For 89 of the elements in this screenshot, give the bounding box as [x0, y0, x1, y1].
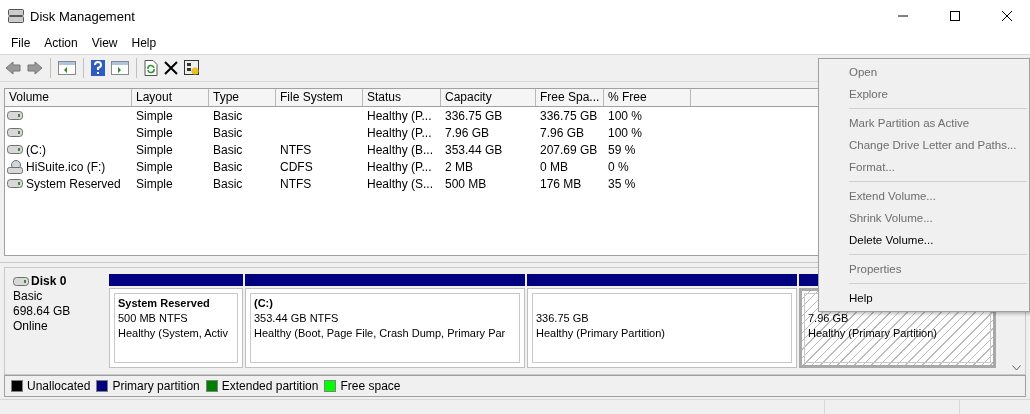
table-cell: 0 % [608, 159, 629, 174]
help-button[interactable] [90, 59, 106, 77]
drive-icon [7, 145, 23, 154]
table-cell: 2 MB [445, 159, 473, 174]
legend-label: Extended partition [221, 379, 319, 393]
disk-name: Disk 0 [31, 274, 67, 289]
table-cell: 353.44 GB [445, 142, 503, 157]
column-header[interactable]: Capacity [441, 89, 536, 106]
menu-item[interactable]: Delete Volume... [819, 229, 1029, 251]
table-cell: 336.75 GB [540, 108, 598, 123]
table-cell: 176 MB [540, 176, 582, 191]
table-cell: Healthy (B... [367, 142, 434, 157]
table-cell: (C:) [26, 142, 46, 157]
column-header[interactable]: Free Spa... [536, 89, 604, 106]
partition-size: 353.44 GB NTFS [254, 311, 339, 326]
menu-item[interactable]: Help [124, 36, 164, 50]
column-header[interactable]: % Free [604, 89, 691, 106]
column-header[interactable]: File System [276, 89, 363, 106]
table-cell: 100 % [608, 125, 643, 140]
table-cell: Basic [213, 125, 243, 140]
table-cell: Healthy (P... [367, 159, 432, 174]
table-cell: Basic [213, 142, 243, 157]
table-cell: 207.69 GB [540, 142, 598, 157]
table-cell: 7.96 GB [445, 125, 490, 140]
partition-name: (C:) [254, 296, 273, 311]
scroll-down-icon[interactable] [1012, 365, 1021, 371]
table-cell: 59 % [608, 142, 636, 157]
partition-size: 336.75 GB [536, 311, 589, 326]
disk-size: 698.64 GB [13, 304, 72, 319]
table-cell: 100 % [608, 108, 643, 123]
maximize-icon [950, 11, 960, 21]
disk-app-icon [8, 9, 24, 23]
partition-size: 7.96 GB [808, 311, 849, 326]
partition-status: Healthy (Primary Partition) [536, 326, 665, 341]
disk-type: Basic [13, 289, 44, 304]
table-cell: Simple [136, 142, 173, 157]
table-cell: 0 MB [540, 159, 568, 174]
table-cell: 336.75 GB [445, 108, 503, 123]
table-cell: Basic [213, 176, 243, 191]
column-header[interactable]: Status [363, 89, 441, 106]
drive-icon [7, 111, 23, 120]
back-button[interactable] [4, 60, 22, 76]
table-cell: Basic [213, 159, 243, 174]
table-cell: Basic [213, 108, 243, 123]
partition-status: Healthy (Primary Partition) [808, 326, 937, 341]
menu-item[interactable]: View [84, 36, 125, 50]
action-pane-button[interactable] [110, 60, 130, 76]
delete-button[interactable] [163, 60, 179, 76]
drive-icon [7, 128, 23, 137]
table-cell: 7.96 GB [540, 125, 585, 140]
legend-label: Unallocated [27, 379, 91, 393]
table-cell: System Reserved [26, 176, 121, 191]
partition-block[interactable]: System Reserved 500 MB NTFS Healthy (System, Activ [109, 288, 243, 368]
menu-item[interactable]: File [4, 36, 38, 50]
close-icon [1002, 11, 1012, 21]
table-cell: Simple [136, 125, 173, 140]
partition-name: System Reserved [118, 296, 210, 311]
partition-status: Healthy (System, Activ [118, 326, 229, 341]
disk-state: Online [13, 319, 49, 334]
table-cell: 500 MB [445, 176, 487, 191]
column-header[interactable]: Layout [132, 89, 209, 106]
table-cell: HiSuite.ico (F:) [26, 159, 106, 174]
partition-block[interactable]: 336.75 GB Healthy (Primary Partition) [527, 288, 797, 368]
partition-status: Healthy (Boot, Page File, Crash Dump, Primary Par [254, 326, 506, 341]
legend-label: Primary partition [112, 379, 200, 393]
table-cell: NTFS [280, 176, 312, 191]
drive-icon [13, 277, 29, 286]
column-header[interactable]: Volume [5, 89, 132, 106]
partition-block[interactable]: (C:) 353.44 GB NTFS Healthy (Boot, Page File, Crash Dump, Primary Par [245, 288, 525, 368]
column-header[interactable]: Type [209, 89, 276, 106]
table-cell: Healthy (P... [367, 108, 432, 123]
cd-drive-icon [7, 159, 23, 174]
table-cell: NTFS [280, 142, 312, 157]
table-cell: Simple [136, 159, 173, 174]
table-cell: CDFS [280, 159, 313, 174]
forward-button[interactable] [26, 60, 44, 76]
partition-size: 500 MB NTFS [118, 311, 188, 326]
menu-item[interactable]: Action [37, 36, 85, 50]
refresh-button[interactable] [143, 59, 159, 77]
legend-label: Free space [340, 379, 401, 393]
drive-icon [7, 179, 23, 188]
console-tree-button[interactable] [57, 60, 77, 76]
table-cell: Simple [136, 176, 173, 191]
properties-button[interactable] [183, 59, 201, 77]
window-title: Disk Management [30, 8, 136, 24]
table-cell: Healthy (P... [367, 125, 432, 140]
table-cell: 35 % [608, 176, 636, 191]
table-cell: Healthy (S... [367, 176, 434, 191]
table-cell: Simple [136, 108, 173, 123]
